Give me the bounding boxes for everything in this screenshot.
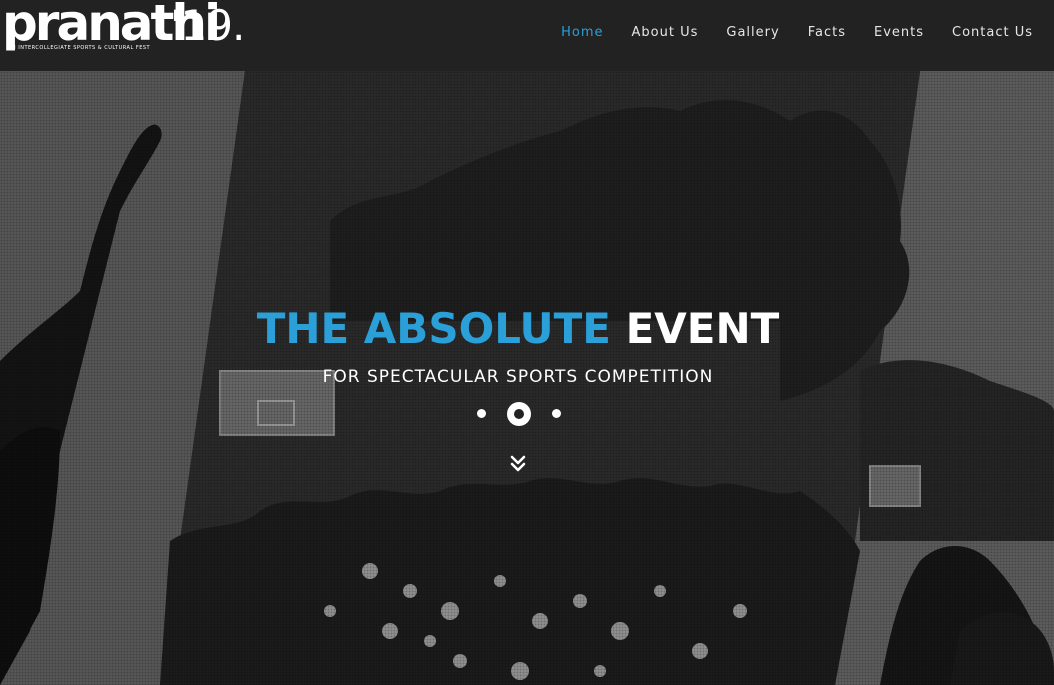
nav-item-gallery[interactable]: Gallery (712, 24, 793, 41)
site-logo[interactable]: pranathi '19. AN INTERCOLLEGIATE SPORTS … (0, 0, 245, 62)
hero-subtitle: FOR SPECTACULAR SPORTS COMPETITION (322, 367, 714, 387)
hero-section: THE ABSOLUTE EVENT FOR SPECTACULAR SPORT… (0, 71, 1054, 685)
nav-item-about-us[interactable]: About Us (618, 24, 713, 41)
slider-dot-3[interactable] (552, 409, 561, 418)
main-menu: Home About Us Gallery Facts Events Conta… (547, 24, 1047, 41)
logo-year: '19. (170, 1, 245, 50)
hero-title-accent: THE ABSOLUTE (256, 304, 611, 354)
slider-dot-1[interactable] (477, 409, 486, 418)
nav-item-facts[interactable]: Facts (794, 24, 860, 41)
logo-tagline: AN INTERCOLLEGIATE SPORTS & CULTURAL FES… (8, 45, 151, 51)
slider-dot-2-active[interactable] (507, 402, 531, 426)
nav-item-contact-us[interactable]: Contact Us (938, 24, 1047, 41)
top-navbar: pranathi '19. AN INTERCOLLEGIATE SPORTS … (0, 0, 1054, 71)
hero-title: THE ABSOLUTE EVENT (0, 304, 1036, 354)
double-chevron-down-icon[interactable] (509, 455, 527, 473)
nav-item-events[interactable]: Events (860, 24, 938, 41)
nav-item-home[interactable]: Home (547, 24, 617, 41)
hero-title-plain: EVENT (625, 304, 780, 354)
slider-pagination (474, 402, 564, 426)
